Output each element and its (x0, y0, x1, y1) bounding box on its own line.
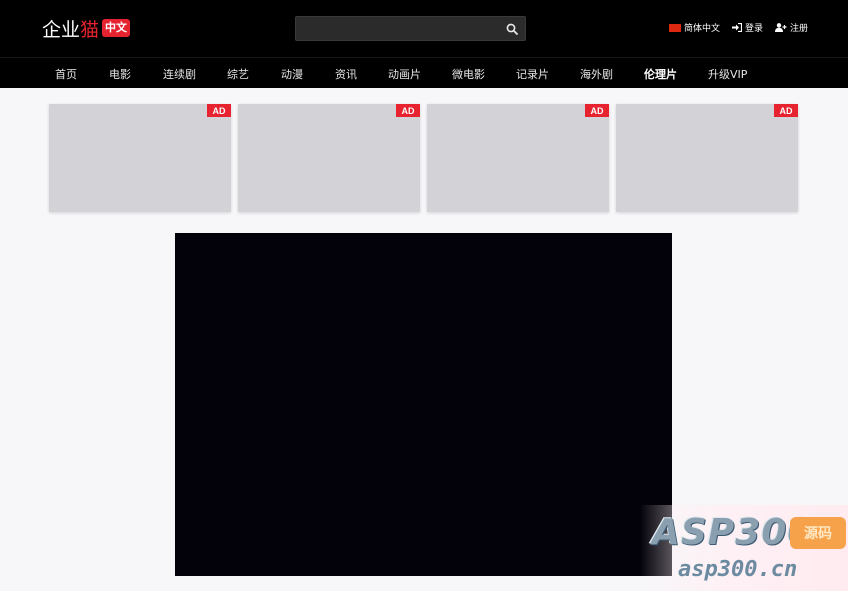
user-plus-icon (774, 23, 787, 32)
logo-text: 企业 (42, 18, 81, 41)
logo-badge: 中文 (102, 19, 131, 37)
sign-in-icon (731, 23, 742, 32)
ad-badge: AD (396, 104, 420, 117)
site-logo[interactable]: 企业 猫 中文 (42, 15, 131, 41)
nav-item-documentary[interactable]: 记录片 (516, 66, 549, 82)
search-input[interactable] (302, 20, 498, 38)
nav-item-anime[interactable]: 动漫 (281, 66, 303, 82)
china-flag-icon (668, 23, 681, 32)
nav-item-home[interactable]: 首页 (55, 66, 77, 82)
nav-item-cartoon[interactable]: 动画片 (388, 66, 421, 82)
nav-item-movies[interactable]: 电影 (109, 66, 131, 82)
language-label: 简体中文 (683, 24, 720, 34)
video-player[interactable] (175, 233, 672, 576)
ad-slot[interactable]: AD (616, 104, 798, 212)
ad-badge: AD (207, 104, 231, 117)
user-links: 简体中文 登录 注册 (668, 21, 808, 34)
login-label: 登录 (744, 24, 763, 34)
nav-item-micro-film[interactable]: 微电影 (452, 66, 485, 82)
ad-badge: AD (774, 104, 798, 117)
nav-item-ethics[interactable]: 伦理片 (644, 66, 677, 82)
ad-slot[interactable]: AD (238, 104, 420, 212)
language-link[interactable]: 简体中文 (668, 21, 720, 34)
ad-slot[interactable]: AD (49, 104, 231, 212)
ad-slot[interactable]: AD (427, 104, 609, 212)
ad-badge: AD (585, 104, 609, 117)
top-header: 企业 猫 中文 简体中文 登录 注册 (0, 0, 848, 57)
nav-item-vip[interactable]: 升级VIP (708, 66, 747, 82)
nav-item-news[interactable]: 资讯 (335, 66, 357, 82)
nav-item-series[interactable]: 连续剧 (163, 66, 196, 82)
search-button[interactable] (503, 20, 521, 38)
search-box (295, 16, 526, 41)
nav-item-overseas[interactable]: 海外剧 (580, 66, 613, 82)
nav-item-variety[interactable]: 综艺 (227, 66, 249, 82)
search-icon (506, 23, 518, 35)
login-link[interactable]: 登录 (731, 21, 763, 34)
logo-accent-text: 猫 (80, 18, 100, 41)
register-label: 注册 (789, 24, 808, 34)
watermark: ASP300 源码 asp300.cn (640, 505, 848, 591)
main-nav: 首页 电影 连续剧 综艺 动漫 资讯 动画片 微电影 记录片 海外剧 伦理片 升… (0, 57, 848, 88)
register-link[interactable]: 注册 (774, 21, 808, 34)
watermark-tag: 源码 (790, 517, 846, 549)
watermark-url: asp300.cn (678, 557, 798, 582)
